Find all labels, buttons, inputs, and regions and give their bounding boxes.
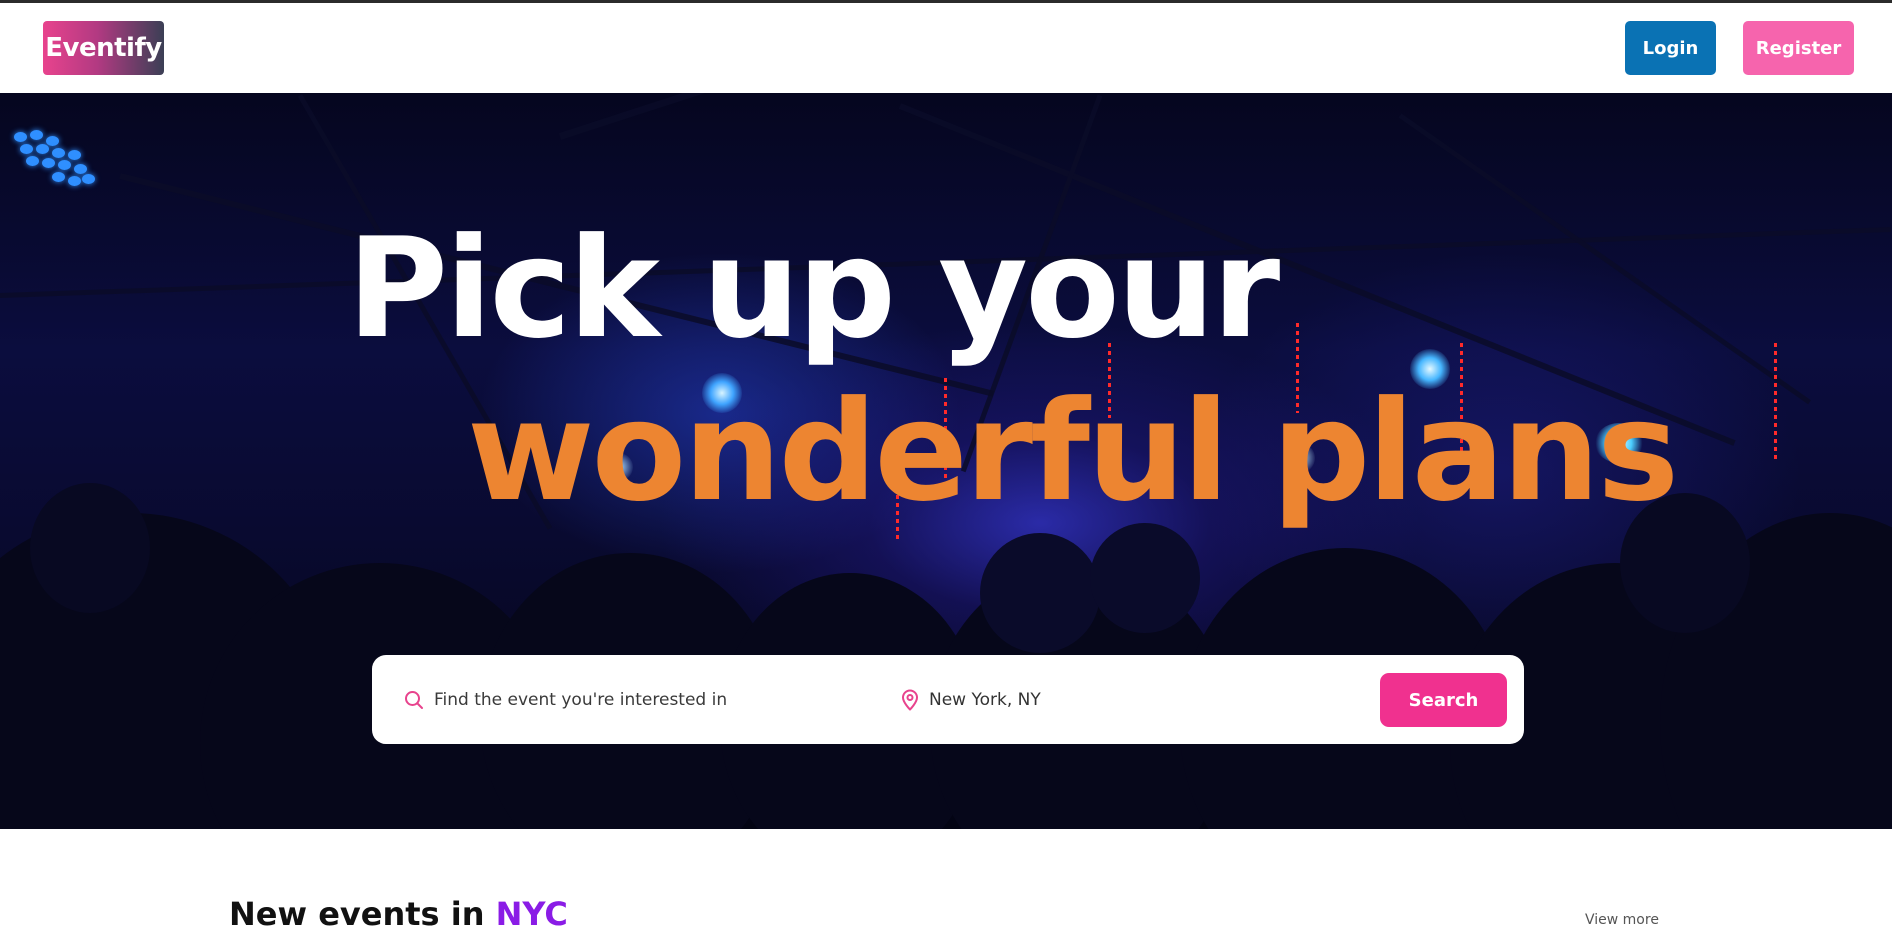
section-title-prefix: New events in	[229, 895, 485, 933]
search-icon	[404, 690, 424, 710]
section-title: New events in NYC	[229, 898, 568, 930]
logo[interactable]: Eventify	[43, 21, 164, 75]
location-input[interactable]	[929, 683, 1329, 717]
login-button[interactable]: Login	[1625, 21, 1716, 75]
view-more-link[interactable]: View more	[1585, 912, 1659, 928]
hero-banner: Pick up your wonderful plans Search	[0, 93, 1892, 829]
hero-headline-line1: Pick up your	[347, 208, 1280, 369]
hero-headline-line2: wonderful plans	[467, 371, 1679, 532]
section-title-accent: NYC	[495, 895, 568, 933]
event-search-bar: Search	[372, 655, 1524, 744]
navbar: Eventify Login Register	[0, 3, 1892, 93]
register-button[interactable]: Register	[1743, 21, 1854, 75]
search-button[interactable]: Search	[1380, 673, 1507, 727]
event-search-input[interactable]	[434, 683, 864, 717]
map-pin-icon	[900, 689, 920, 711]
